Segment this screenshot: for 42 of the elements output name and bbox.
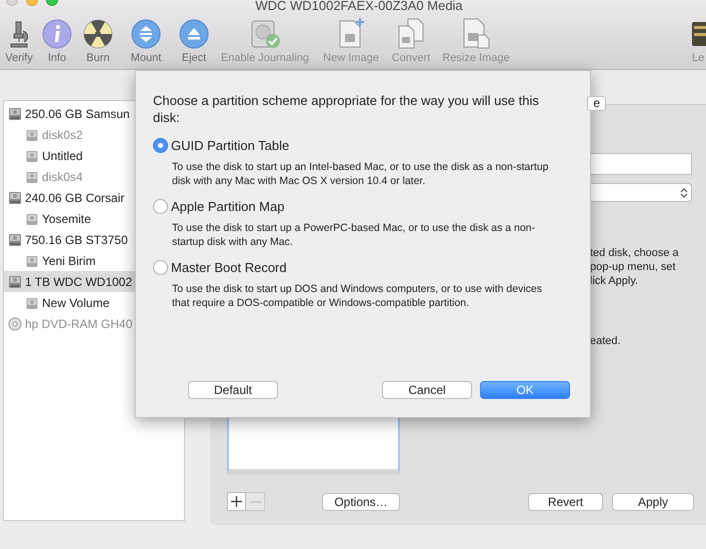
cancel-button[interactable]: Cancel xyxy=(382,381,472,399)
radio-label[interactable]: Apple Partition Map xyxy=(171,198,284,215)
volume-icon xyxy=(25,254,39,268)
mount-icon[interactable] xyxy=(131,19,161,49)
volume-icon xyxy=(25,296,39,310)
log-icon[interactable] xyxy=(692,19,706,49)
toolbar-label[interactable]: Mount xyxy=(130,52,162,65)
apply-button[interactable]: Apply xyxy=(612,492,694,510)
minus-icon xyxy=(250,500,260,502)
disk-check-icon[interactable] xyxy=(249,19,281,49)
volume-icon xyxy=(25,170,39,184)
instruction-text: pop-up menu, set xyxy=(590,260,677,274)
toolbar-label[interactable]: Verify xyxy=(5,52,33,65)
info-text: eated. xyxy=(590,335,621,347)
volume-icon xyxy=(25,128,39,142)
window-title: WDC WD1002FAEX-00Z3A0 Media xyxy=(255,0,463,12)
tab[interactable]: e xyxy=(587,96,606,111)
documents-icon[interactable] xyxy=(461,17,491,49)
radio-button[interactable] xyxy=(153,199,168,214)
scheme-description: To use the disk to start up an Intel-based Mac, or to use the disk as a non-startup disk with any Mac with Mac OS X version 10.4 or later. xyxy=(171,160,550,188)
volume-icon xyxy=(25,212,39,226)
options-button[interactable]: Options… xyxy=(322,492,400,510)
documents-icon[interactable] xyxy=(396,17,426,49)
instruction-text: ted disk, choose a xyxy=(590,246,680,260)
chevron-icon xyxy=(680,186,688,198)
toolbar-label[interactable]: Eject xyxy=(182,52,206,65)
radio-button[interactable] xyxy=(153,138,168,153)
info-icon[interactable] xyxy=(42,19,72,49)
toolbar-label[interactable]: Info xyxy=(48,52,66,65)
radio-label[interactable]: GUID Partition Table xyxy=(171,137,290,154)
volume-icon xyxy=(25,148,39,162)
radio-button[interactable] xyxy=(153,260,168,275)
plus-icon xyxy=(231,496,242,507)
add-button[interactable] xyxy=(227,492,246,511)
eject-icon[interactable] xyxy=(179,19,209,49)
scheme-description: To use the disk to start up a PowerPC-based Mac, or to use the disk as a non-startup disk with any Mac. xyxy=(171,221,536,249)
default-button[interactable]: Default xyxy=(188,381,278,399)
toolbar-label[interactable]: Burn xyxy=(86,52,110,65)
prompt-text: Choose a partition scheme appropriate for the way you will use this disk: xyxy=(153,92,540,126)
radiation-icon[interactable] xyxy=(83,19,113,49)
revert-button[interactable]: Revert xyxy=(528,492,603,510)
disc-icon xyxy=(8,316,22,330)
